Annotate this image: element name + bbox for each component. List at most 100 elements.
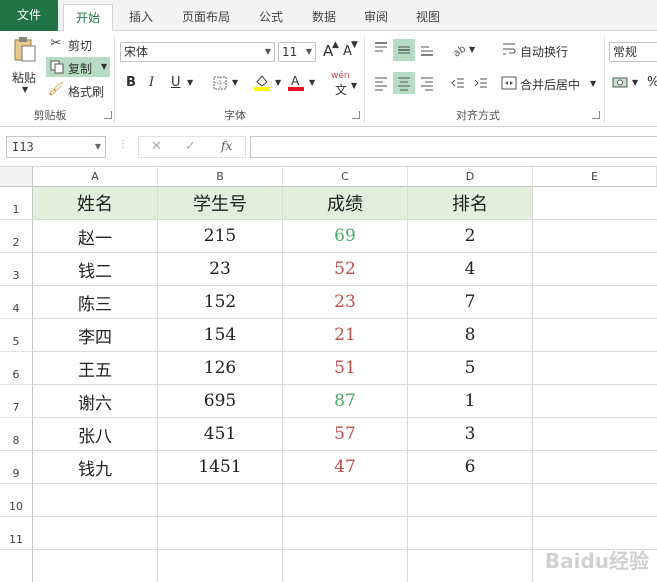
empty-cell[interactable] <box>533 451 657 484</box>
tab-formulas[interactable]: 公式 <box>250 4 292 31</box>
table-row-score[interactable]: 21 <box>283 319 408 352</box>
empty-cell[interactable] <box>408 484 533 517</box>
merge-center-icon[interactable] <box>500 73 518 93</box>
empty-cell[interactable] <box>533 352 657 385</box>
table-row-student-id[interactable]: 1451 <box>158 451 283 484</box>
empty-cell[interactable] <box>533 253 657 286</box>
italic-button[interactable]: I <box>149 75 154 90</box>
name-box[interactable]: I13 ▼ <box>6 136 106 158</box>
row-header[interactable]: 11 <box>0 517 33 550</box>
formula-input[interactable] <box>250 136 657 158</box>
empty-cell[interactable] <box>33 550 158 582</box>
orientation-dropdown-icon[interactable]: ▼ <box>469 45 475 54</box>
borders-icon[interactable] <box>212 75 228 91</box>
row-header[interactable]: 8 <box>0 418 33 451</box>
table-row-rank[interactable]: 8 <box>408 319 533 352</box>
cell-d1-header-rank[interactable]: 排名 <box>408 187 533 220</box>
font-name-select[interactable]: 宋体 ▼ <box>120 42 275 62</box>
cell-a1-header-name[interactable]: 姓名 <box>33 187 158 220</box>
empty-cell[interactable] <box>533 385 657 418</box>
accounting-dropdown-icon[interactable]: ▼ <box>632 78 638 87</box>
table-row-rank[interactable]: 6 <box>408 451 533 484</box>
copy-button[interactable]: 复制 <box>68 60 92 77</box>
table-row-student-id[interactable]: 451 <box>158 418 283 451</box>
table-row-student-id[interactable]: 154 <box>158 319 283 352</box>
table-row-score[interactable]: 47 <box>283 451 408 484</box>
empty-cell[interactable] <box>158 484 283 517</box>
enter-icon[interactable]: ✓ <box>185 139 196 154</box>
font-size-select[interactable]: 11 ▼ <box>278 42 316 62</box>
fill-color-icon[interactable] <box>252 72 272 92</box>
row-header[interactable]: 7 <box>0 385 33 418</box>
select-all-corner[interactable] <box>0 167 33 187</box>
tab-data[interactable]: 数据 <box>302 4 346 31</box>
table-row-student-id[interactable]: 126 <box>158 352 283 385</box>
format-painter-icon[interactable]: 🖌 <box>48 81 65 97</box>
table-row-name[interactable]: 张八 <box>33 418 158 451</box>
tab-review[interactable]: 审阅 <box>354 4 398 31</box>
table-row-name[interactable]: 谢六 <box>33 385 158 418</box>
table-row-rank[interactable]: 2 <box>408 220 533 253</box>
tab-page-layout[interactable]: 页面布局 <box>170 4 242 31</box>
empty-cell[interactable] <box>283 517 408 550</box>
align-middle-icon[interactable] <box>393 39 415 61</box>
paste-dropdown-icon[interactable]: ▼ <box>22 85 28 94</box>
table-row-rank[interactable]: 5 <box>408 352 533 385</box>
table-row-score[interactable]: 52 <box>283 253 408 286</box>
empty-cell[interactable] <box>533 418 657 451</box>
column-header-a[interactable]: A <box>33 167 158 187</box>
table-row-name[interactable]: 钱九 <box>33 451 158 484</box>
tab-insert[interactable]: 插入 <box>118 4 164 31</box>
table-row-score[interactable]: 69 <box>283 220 408 253</box>
empty-cell[interactable] <box>158 517 283 550</box>
cancel-icon[interactable]: ✕ <box>151 139 162 154</box>
paste-button[interactable]: 粘贴 <box>12 69 36 86</box>
borders-dropdown-icon[interactable]: ▼ <box>232 78 238 87</box>
table-row-name[interactable]: 赵一 <box>33 220 158 253</box>
fill-color-dropdown-icon[interactable]: ▼ <box>275 78 281 87</box>
font-color-icon[interactable]: A <box>286 72 306 92</box>
empty-cell[interactable] <box>533 484 657 517</box>
tab-file[interactable]: 文件 <box>0 0 58 31</box>
table-row-score[interactable]: 87 <box>283 385 408 418</box>
table-row-name[interactable]: 钱二 <box>33 253 158 286</box>
column-header-e[interactable]: E <box>533 167 657 187</box>
table-row-student-id[interactable]: 215 <box>158 220 283 253</box>
row-header[interactable]: 5 <box>0 319 33 352</box>
format-painter-button[interactable]: 格式刷 <box>68 83 104 100</box>
table-row-score[interactable]: 57 <box>283 418 408 451</box>
tab-view[interactable]: 视图 <box>406 4 450 31</box>
table-row-rank[interactable]: 3 <box>408 418 533 451</box>
table-row-student-id[interactable]: 152 <box>158 286 283 319</box>
row-header[interactable]: 6 <box>0 352 33 385</box>
table-row-student-id[interactable]: 23 <box>158 253 283 286</box>
percent-style-icon[interactable]: % <box>647 75 657 90</box>
orientation-icon[interactable]: ab <box>449 39 469 59</box>
column-header-b[interactable]: B <box>158 167 283 187</box>
merge-dropdown-icon[interactable]: ▼ <box>590 79 596 88</box>
cell-b1-header-student-id[interactable]: 学生号 <box>158 187 283 220</box>
table-row-score[interactable]: 23 <box>283 286 408 319</box>
empty-cell[interactable] <box>533 319 657 352</box>
copy-icon[interactable] <box>49 59 65 75</box>
align-left-icon[interactable] <box>371 73 391 93</box>
empty-cell[interactable] <box>533 286 657 319</box>
empty-cell[interactable] <box>158 550 283 582</box>
empty-cell[interactable] <box>408 517 533 550</box>
empty-cell[interactable] <box>408 550 533 582</box>
table-row-name[interactable]: 李四 <box>33 319 158 352</box>
empty-cell[interactable] <box>33 484 158 517</box>
increase-indent-icon[interactable] <box>471 73 491 93</box>
tab-home[interactable]: 开始 <box>63 4 113 32</box>
clipboard-launcher-icon[interactable] <box>104 111 112 119</box>
table-row-rank[interactable]: 1 <box>408 385 533 418</box>
merge-center-button[interactable]: 合并后居中 <box>520 76 580 93</box>
table-row-rank[interactable]: 4 <box>408 253 533 286</box>
alignment-launcher-icon[interactable] <box>592 111 600 119</box>
row-header[interactable]: 3 <box>0 253 33 286</box>
accounting-format-icon[interactable] <box>611 73 631 93</box>
empty-cell[interactable] <box>33 517 158 550</box>
align-bottom-icon[interactable] <box>417 39 437 59</box>
phonetic-dropdown-icon[interactable]: ▼ <box>351 81 357 90</box>
decrease-indent-icon[interactable] <box>448 73 468 93</box>
